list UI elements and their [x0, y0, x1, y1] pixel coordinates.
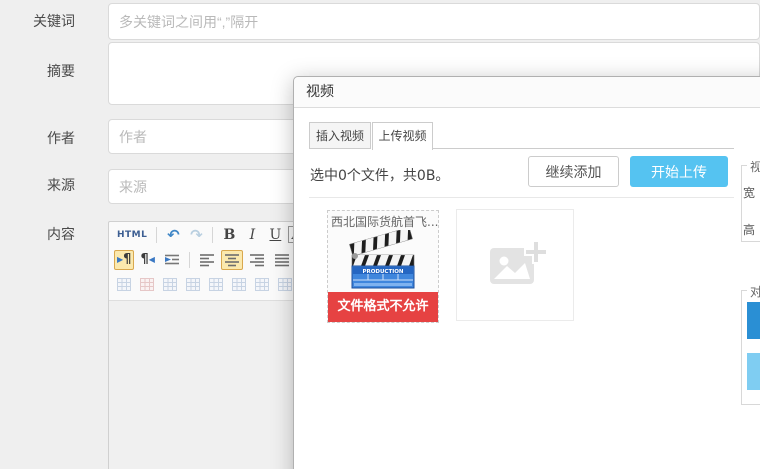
height-label: 高: [743, 221, 755, 238]
tab-upload-video[interactable]: 上传视频: [372, 122, 433, 150]
toolbar-separator: [212, 227, 213, 243]
video-dialog: 视频 插入视频 上传视频 选中0个文件，共0B。 继续添加 开始上传 西北国际货…: [293, 76, 760, 469]
continue-add-button[interactable]: 继续添加: [528, 156, 619, 187]
queue-separator: [309, 197, 734, 198]
align-center-icon: [224, 253, 240, 267]
justify-icon: [274, 253, 290, 267]
insert-col-left-icon: [114, 275, 134, 295]
tab-bottom-border: [433, 148, 734, 149]
table-caption-icon: [160, 275, 180, 295]
dialog-title: 视频: [294, 77, 760, 108]
merge-cells-right-icon: [183, 275, 203, 295]
toolbar-separator: [156, 227, 157, 243]
source-label: 来源: [0, 175, 75, 195]
justify-button[interactable]: [271, 250, 293, 270]
file-format-error-badge: 文件格式不允许: [328, 292, 438, 322]
keyword-label: 关键词: [0, 11, 75, 31]
bold-button[interactable]: B: [219, 225, 239, 245]
align-left-button[interactable]: [196, 250, 218, 270]
keyword-input[interactable]: [108, 3, 760, 40]
align-option-preview[interactable]: [747, 353, 760, 390]
ltr-paragraph-button[interactable]: ▶¶: [114, 250, 134, 270]
table-cols-icon: [275, 275, 295, 295]
selection-status-text: 选中0个文件，共0B。: [310, 165, 449, 185]
delete-row-icon: [137, 275, 157, 295]
start-upload-button[interactable]: 开始上传: [630, 156, 728, 187]
undo-icon[interactable]: ↶: [163, 225, 183, 245]
align-option-preview[interactable]: [747, 302, 760, 339]
align-left-icon: [199, 253, 215, 267]
upload-queue-item[interactable]: 西北国际货航首飞... PRODUCTION: [327, 210, 439, 323]
align-center-button[interactable]: [221, 250, 243, 270]
add-file-placeholder[interactable]: [456, 209, 574, 321]
indent-button[interactable]: [161, 250, 183, 270]
insert-table-icon: [229, 275, 249, 295]
indent-icon: [164, 253, 180, 267]
rtl-paragraph-button[interactable]: ¶◀: [137, 250, 157, 270]
table-rows-icon: [252, 275, 272, 295]
align-right-button[interactable]: [246, 250, 268, 270]
add-image-icon: [483, 238, 547, 292]
size-legend: 视: [747, 158, 760, 175]
article-editor-page: 关键词 摘要 作者 来源 内容 HTML ↶ ↷ B I U A ▶¶ ¶◀: [0, 0, 760, 469]
align-legend: 对: [747, 283, 760, 300]
italic-button[interactable]: I: [242, 225, 262, 245]
underline-button[interactable]: U: [265, 225, 285, 245]
summary-label: 摘要: [0, 61, 75, 81]
toolbar-separator: [189, 252, 190, 268]
source-code-button[interactable]: HTML: [114, 225, 150, 245]
align-right-icon: [249, 253, 265, 267]
insert-row-down-icon: [206, 275, 226, 295]
tab-insert-video[interactable]: 插入视频: [309, 122, 371, 149]
width-label: 宽: [743, 184, 755, 201]
video-clapperboard-icon: PRODUCTION: [345, 230, 421, 290]
redo-icon: ↷: [186, 225, 206, 245]
file-name: 西北国际货航首飞...: [328, 213, 438, 230]
content-label: 内容: [0, 224, 75, 244]
author-label: 作者: [0, 128, 75, 148]
